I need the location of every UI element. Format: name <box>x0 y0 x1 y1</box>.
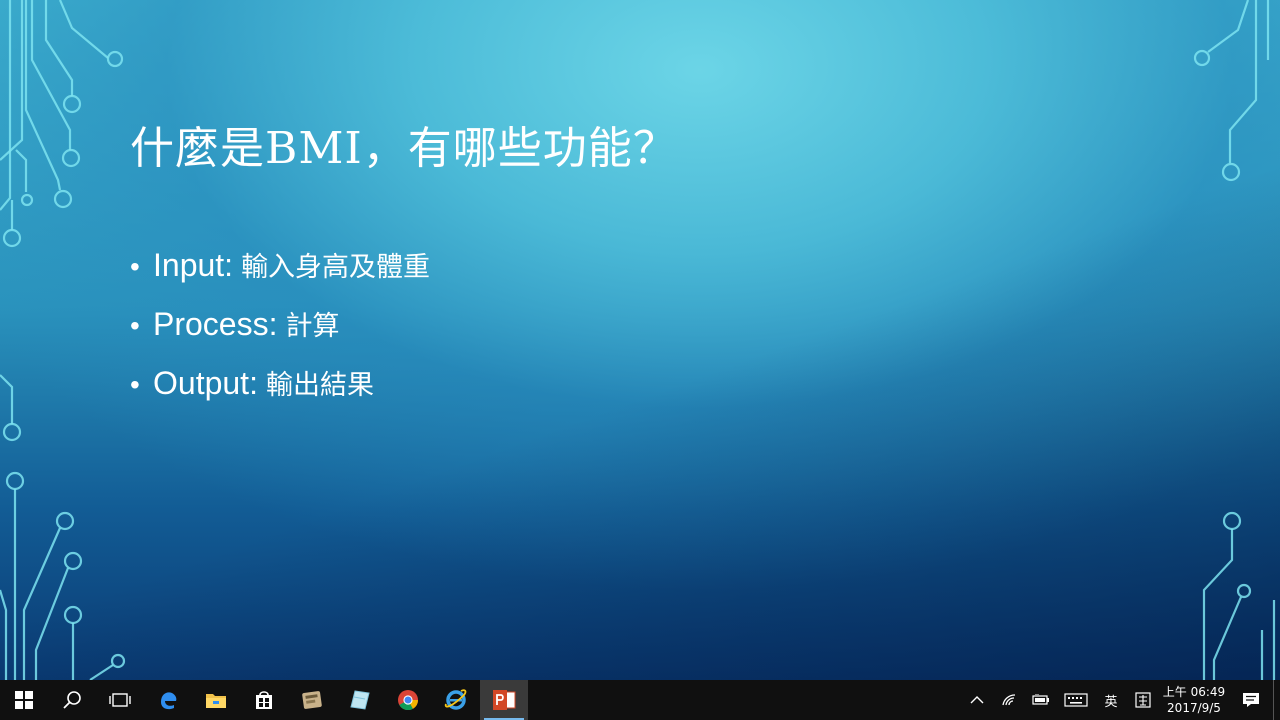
wifi-icon[interactable] <box>993 680 1025 720</box>
action-center-icon[interactable] <box>1229 680 1273 720</box>
search-icon[interactable] <box>48 680 96 720</box>
bullet-dot: • <box>130 369 140 400</box>
taskbar: 英 上午 06:49 2017/9/5 <box>0 680 1280 720</box>
bullet-text: 計算 <box>285 311 340 342</box>
ime-mode-label[interactable]: 英 <box>1095 680 1127 720</box>
slide-title[interactable]: 什麼是BMI，有哪些功能？ <box>130 112 678 176</box>
bullet-text: 輸入身高及體重 <box>241 252 431 283</box>
slide: 什麼是BMI，有哪些功能？ • Input: 輸入身高及體重 • Process: 計算… <box>0 0 1280 680</box>
bullet-label: Process: <box>153 306 278 342</box>
notebook-app-icon[interactable] <box>336 680 384 720</box>
bullet-text: 輸出結果 <box>265 370 374 401</box>
bullet-dot: • <box>130 251 140 282</box>
clock[interactable]: 上午 06:49 2017/9/5 <box>1159 684 1229 716</box>
keyboard-icon[interactable] <box>1057 680 1095 720</box>
internet-explorer-icon[interactable] <box>432 680 480 720</box>
powerpoint-icon[interactable] <box>480 680 528 720</box>
ime-options-icon[interactable] <box>1127 680 1159 720</box>
app-icon[interactable] <box>288 680 336 720</box>
bullet-label: Output: <box>153 365 258 401</box>
bullet-process[interactable]: • Process: 計算 <box>130 302 430 361</box>
bullet-input[interactable]: • Input: 輸入身高及體重 <box>130 243 430 302</box>
bullet-dot: • <box>130 310 140 341</box>
clock-time: 上午 06:49 <box>1162 685 1226 699</box>
edge-icon[interactable] <box>144 680 192 720</box>
system-tray: 英 上午 06:49 2017/9/5 <box>961 680 1280 720</box>
chrome-icon[interactable] <box>384 680 432 720</box>
file-explorer-icon[interactable] <box>192 680 240 720</box>
show-desktop-button[interactable] <box>1273 680 1280 720</box>
bullet-list[interactable]: • Input: 輸入身高及體重 • Process: 計算 • Output: 輸出結果 <box>130 243 430 420</box>
store-icon[interactable] <box>240 680 288 720</box>
start-button-icon[interactable] <box>0 680 48 720</box>
battery-icon[interactable] <box>1025 680 1057 720</box>
bullet-label: Input: <box>153 247 234 283</box>
bullet-output[interactable]: • Output: 輸出結果 <box>130 361 430 420</box>
task-view-icon[interactable] <box>96 680 144 720</box>
clock-date: 2017/9/5 <box>1167 701 1221 715</box>
show-hidden-icons-icon[interactable] <box>961 680 993 720</box>
